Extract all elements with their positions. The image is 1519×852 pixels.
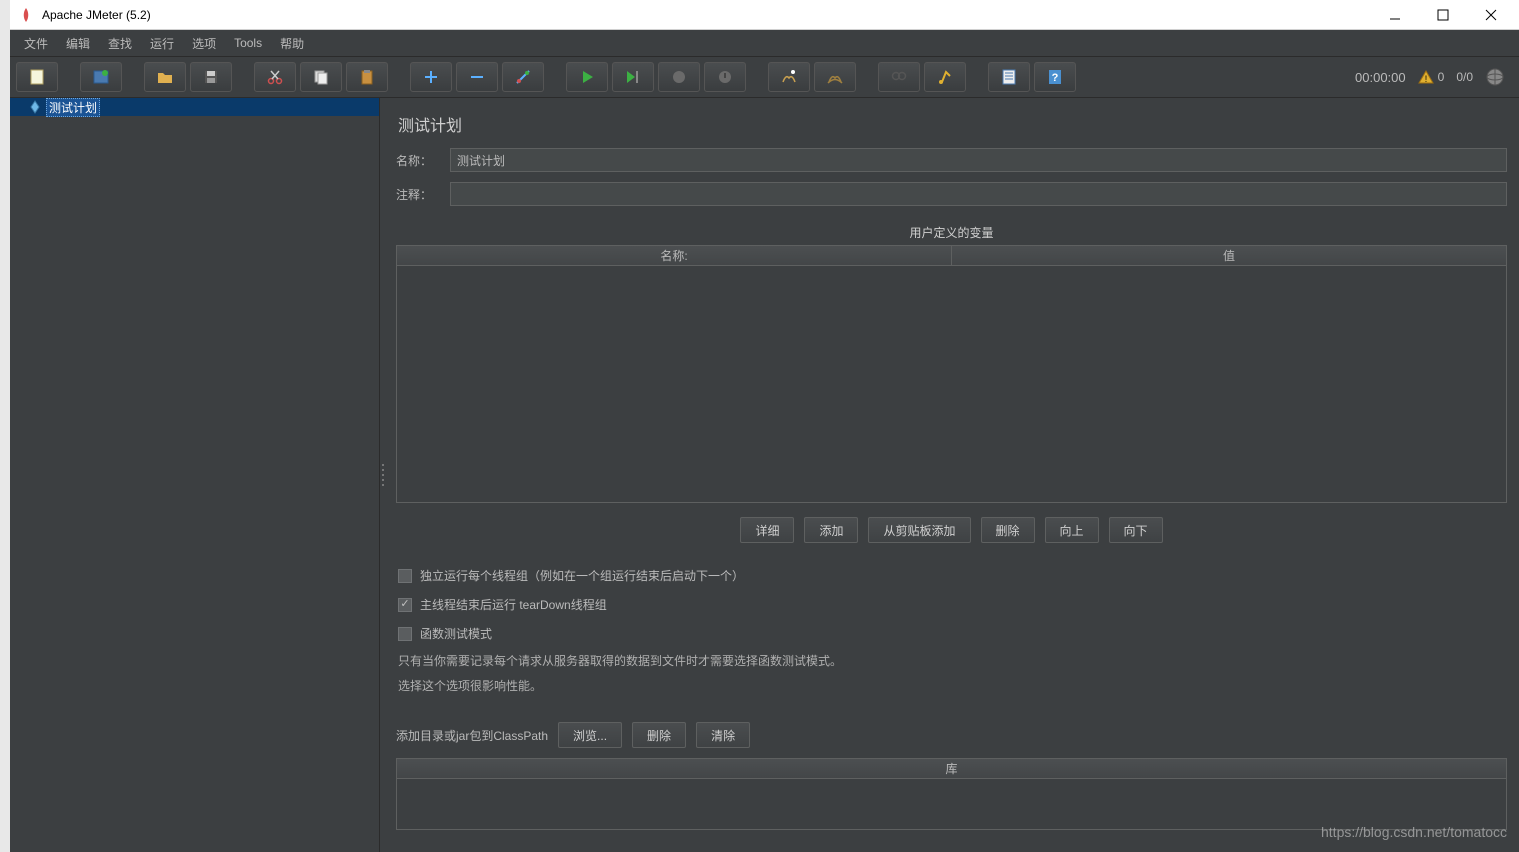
- cut-button[interactable]: [254, 62, 296, 92]
- browse-button[interactable]: 浏览...: [558, 722, 622, 748]
- check-serial-label: 独立运行每个线程组（例如在一个组运行结束后启动下一个）: [420, 567, 744, 584]
- menu-options[interactable]: 选项: [184, 32, 224, 55]
- new-button[interactable]: [16, 62, 58, 92]
- start-button[interactable]: [566, 62, 608, 92]
- add-from-clipboard-button[interactable]: 从剪贴板添加: [868, 517, 970, 543]
- check-functional-label: 函数测试模式: [420, 625, 492, 642]
- minimize-button[interactable]: [1383, 3, 1407, 27]
- window-controls: [1383, 3, 1511, 27]
- check-serial-row[interactable]: 独立运行每个线程组（例如在一个组运行结束后启动下一个）: [396, 567, 1507, 584]
- add-button[interactable]: 添加: [804, 517, 858, 543]
- function-helper-button[interactable]: [988, 62, 1030, 92]
- search-button[interactable]: [878, 62, 920, 92]
- user-vars-header: 用户定义的变量: [396, 224, 1507, 241]
- toggle-button[interactable]: [502, 62, 544, 92]
- start-no-timers-button[interactable]: [612, 62, 654, 92]
- check-teardown-label: 主线程结束后运行 tearDown线程组: [420, 596, 607, 613]
- templates-button[interactable]: [80, 62, 122, 92]
- menu-tools[interactable]: Tools: [226, 33, 270, 53]
- app-icon: [18, 7, 34, 23]
- panel-title: 测试计划: [398, 112, 1507, 136]
- check-functional-row[interactable]: 函数测试模式: [396, 625, 1507, 642]
- warning-icon: !: [1418, 69, 1434, 85]
- menu-help[interactable]: 帮助: [272, 32, 312, 55]
- user-vars-table-head: 名称: 值: [397, 246, 1506, 266]
- classpath-clear-button[interactable]: 清除: [696, 722, 750, 748]
- maximize-button[interactable]: [1431, 3, 1455, 27]
- clear-all-button[interactable]: [814, 62, 856, 92]
- open-button[interactable]: [144, 62, 186, 92]
- col-value[interactable]: 值: [952, 246, 1506, 265]
- classpath-label: 添加目录或jar包到ClassPath: [396, 727, 548, 744]
- window-title: Apache JMeter (5.2): [42, 8, 1383, 22]
- menu-file[interactable]: 文件: [16, 32, 56, 55]
- expand-button[interactable]: [410, 62, 452, 92]
- comment-label: 注释：: [396, 186, 440, 203]
- check-teardown-box[interactable]: [398, 598, 412, 612]
- editor-pane: 测试计划 名称： 注释： 用户定义的变量 名称: 值 详细 添加 从剪贴板: [388, 98, 1519, 852]
- menubar: 文件 编辑 查找 运行 选项 Tools 帮助: [10, 30, 1519, 56]
- col-name[interactable]: 名称:: [397, 246, 952, 265]
- name-label: 名称：: [396, 152, 440, 169]
- test-plan-icon: [28, 100, 42, 114]
- copy-button[interactable]: [300, 62, 342, 92]
- titlebar: Apache JMeter (5.2): [10, 0, 1519, 30]
- up-button[interactable]: 向上: [1045, 517, 1099, 543]
- toolbar: ? 00:00:00 ! 0 0/0: [10, 56, 1519, 98]
- warning-indicator[interactable]: ! 0: [1418, 69, 1445, 85]
- split-handle[interactable]: [380, 98, 388, 852]
- user-vars-table-body[interactable]: [397, 266, 1506, 502]
- help-text-1: 只有当你需要记录每个请求从服务器取得的数据到文件时才需要选择函数测试模式。: [398, 652, 1507, 671]
- down-button[interactable]: 向下: [1109, 517, 1163, 543]
- menu-run[interactable]: 运行: [142, 32, 182, 55]
- lib-table[interactable]: 库: [396, 758, 1507, 830]
- lib-table-body[interactable]: [397, 779, 1506, 829]
- delete-button[interactable]: 删除: [981, 517, 1035, 543]
- shutdown-button[interactable]: [704, 62, 746, 92]
- main-area: 测试计划 测试计划 名称： 注释： 用户定义的变量 名称: 值: [10, 98, 1519, 852]
- app-window: Apache JMeter (5.2) 文件 编辑 查找 运行 选项 Tools…: [10, 0, 1519, 852]
- warning-count: 0: [1438, 70, 1445, 84]
- check-teardown-row[interactable]: 主线程结束后运行 tearDown线程组: [396, 596, 1507, 613]
- help-text-2: 选择这个选项很影响性能。: [398, 677, 1507, 696]
- check-serial-box[interactable]: [398, 569, 412, 583]
- tree-root-label: 测试计划: [46, 98, 100, 117]
- elapsed-timer: 00:00:00: [1355, 70, 1406, 85]
- menu-search[interactable]: 查找: [100, 32, 140, 55]
- svg-text:?: ?: [1052, 72, 1059, 84]
- detail-button[interactable]: 详细: [740, 517, 794, 543]
- globe-icon[interactable]: [1485, 67, 1505, 87]
- tree-pane[interactable]: 测试计划: [10, 98, 380, 852]
- clear-button[interactable]: [768, 62, 810, 92]
- classpath-delete-button[interactable]: 删除: [632, 722, 686, 748]
- name-input[interactable]: [450, 148, 1507, 172]
- svg-text:!: !: [1424, 74, 1427, 84]
- close-button[interactable]: [1479, 3, 1503, 27]
- stop-button[interactable]: [658, 62, 700, 92]
- help-button[interactable]: ?: [1034, 62, 1076, 92]
- menu-edit[interactable]: 编辑: [58, 32, 98, 55]
- save-button[interactable]: [190, 62, 232, 92]
- lib-table-head[interactable]: 库: [397, 759, 1506, 779]
- background-sliver: [0, 0, 10, 852]
- vars-button-row: 详细 添加 从剪贴板添加 删除 向上 向下: [396, 517, 1507, 543]
- thread-counter: 0/0: [1456, 70, 1473, 84]
- watermark: https://blog.csdn.net/tomatocc: [1321, 824, 1507, 840]
- reset-search-button[interactable]: [924, 62, 966, 92]
- check-functional-box[interactable]: [398, 627, 412, 641]
- toolbar-status: 00:00:00 ! 0 0/0: [1355, 67, 1513, 87]
- user-vars-table[interactable]: 名称: 值: [396, 245, 1507, 503]
- collapse-button[interactable]: [456, 62, 498, 92]
- tree-root-test-plan[interactable]: 测试计划: [10, 98, 379, 116]
- paste-button[interactable]: [346, 62, 388, 92]
- classpath-row: 添加目录或jar包到ClassPath 浏览... 删除 清除: [396, 722, 1507, 748]
- comment-input[interactable]: [450, 182, 1507, 206]
